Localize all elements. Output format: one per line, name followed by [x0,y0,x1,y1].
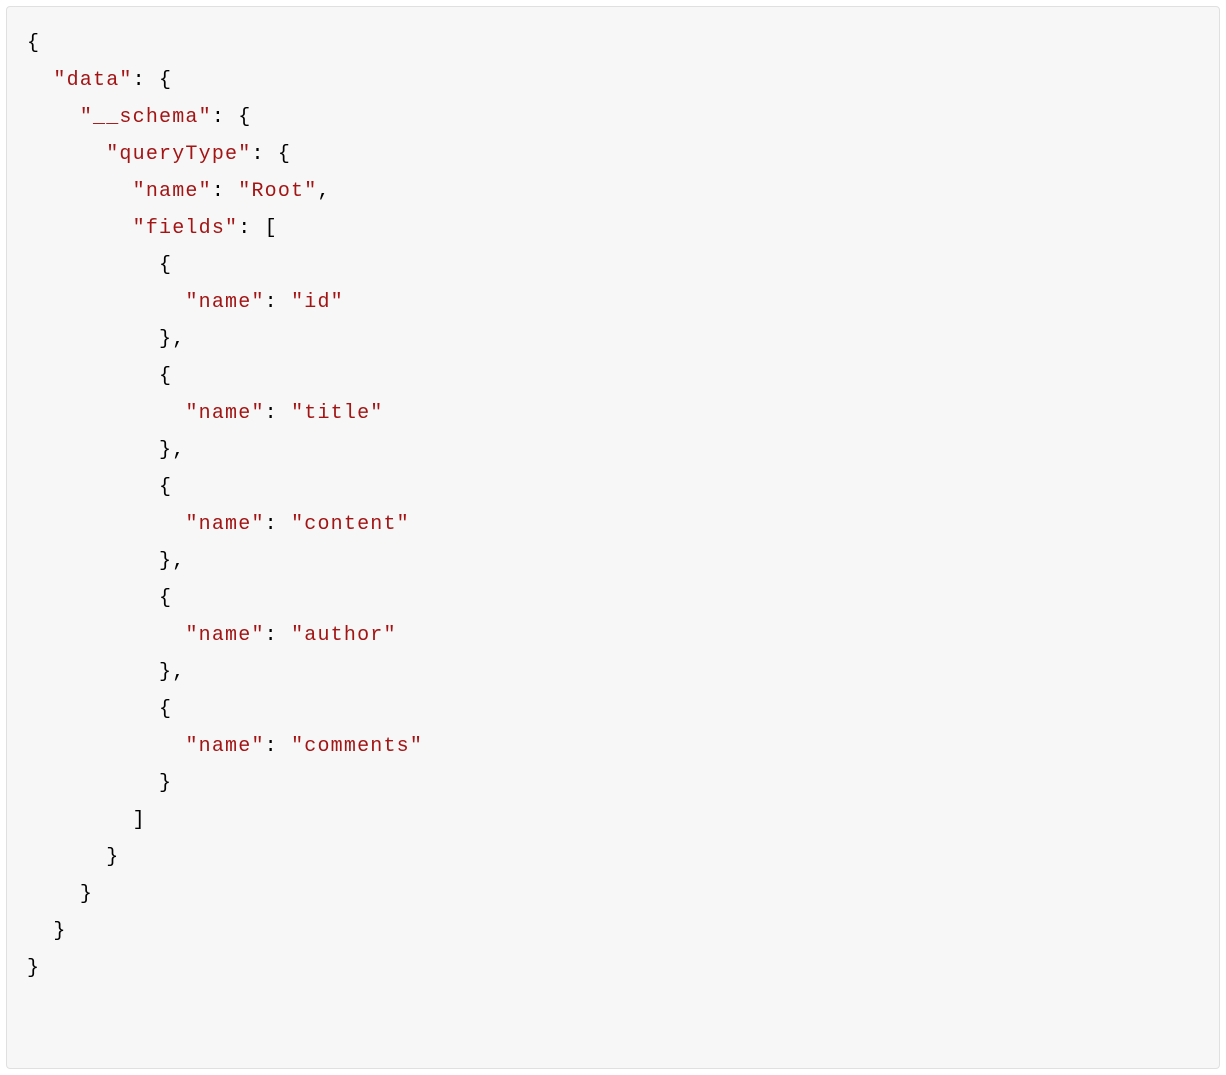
indent [27,883,80,906]
brace-open: { [159,587,172,610]
json-value: "content" [291,513,410,536]
comma: , [172,550,185,573]
indent [27,809,133,832]
brace-close: } [159,439,172,462]
colon: : [265,513,278,536]
colon: : [265,624,278,647]
brace-open: { [27,32,40,55]
json-key: "data" [53,69,132,92]
indent [27,217,133,240]
indent [27,439,159,462]
bracket-close: ] [133,809,146,832]
brace-close: } [159,661,172,684]
indent [27,476,159,499]
indent [27,291,185,314]
brace-close: } [27,957,40,980]
bracket-open: [ [265,217,278,240]
brace-close: } [80,883,93,906]
brace-open: { [159,476,172,499]
json-key: "queryType" [106,143,251,166]
brace-close: } [159,772,172,795]
colon: : [212,106,225,129]
json-key: "name" [185,402,264,425]
json-key: "name" [185,513,264,536]
colon: : [265,735,278,758]
json-value: "comments" [291,735,423,758]
json-value: "Root" [238,180,317,203]
brace-close: } [106,846,119,869]
brace-close: } [159,328,172,351]
comma: , [172,328,185,351]
colon: : [212,180,225,203]
indent [27,328,159,351]
brace-open: { [159,698,172,721]
json-value: "title" [291,402,383,425]
indent [27,846,106,869]
code-block: { "data": { "__schema": { "queryType": {… [6,6,1220,1069]
indent [27,69,53,92]
indent [27,365,159,388]
code-content: { "data": { "__schema": { "queryType": {… [27,25,1199,987]
indent [27,661,159,684]
json-key: "name" [185,291,264,314]
indent [27,772,159,795]
indent [27,624,185,647]
colon: : [265,291,278,314]
json-value: "author" [291,624,397,647]
brace-open: { [278,143,291,166]
json-key: "fields" [133,217,239,240]
comma: , [317,180,330,203]
json-value: "id" [291,291,344,314]
indent [27,698,159,721]
brace-close: } [53,920,66,943]
indent [27,735,185,758]
colon: : [238,217,251,240]
indent [27,513,185,536]
colon: : [133,69,146,92]
colon: : [265,402,278,425]
indent [27,106,80,129]
json-key: "__schema" [80,106,212,129]
brace-open: { [159,254,172,277]
indent [27,143,106,166]
brace-open: { [159,365,172,388]
indent [27,402,185,425]
indent [27,587,159,610]
indent [27,254,159,277]
indent [27,920,53,943]
comma: , [172,439,185,462]
brace-open: { [159,69,172,92]
indent [27,550,159,573]
brace-close: } [159,550,172,573]
json-key: "name" [133,180,212,203]
indent [27,180,133,203]
colon: : [251,143,264,166]
json-key: "name" [185,735,264,758]
comma: , [172,661,185,684]
brace-open: { [238,106,251,129]
json-key: "name" [185,624,264,647]
